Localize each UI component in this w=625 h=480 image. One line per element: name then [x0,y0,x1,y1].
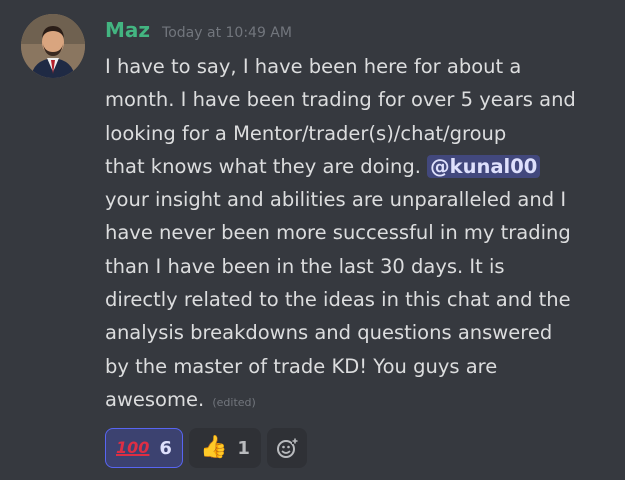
message-line: have never been more successful in my tr… [105,221,571,245]
user-mention[interactable]: @kunal00 [427,154,541,178]
message-content: I have to say, I have been here for abou… [105,50,615,416]
reaction-count: 1 [237,437,250,459]
add-reaction-icon [276,438,298,458]
reaction-thumbs-up[interactable]: 👍 1 [188,428,261,468]
message-line: than I have been in the last 30 days. It… [105,254,505,278]
add-reaction-button[interactable] [266,428,307,468]
message-line: I have to say, I have been here for abou… [105,55,522,78]
message-line: analysis breakdowns and questions answer… [105,321,553,345]
message-line-text: that knows what they are doing. [105,154,428,178]
message-line: by the master of trade KD! You guys are [105,354,498,378]
message-line: your insight and abilities are unparalle… [105,188,567,212]
reaction-hundred-points[interactable]: 100 6 [105,428,183,468]
message-line: that knows what they are doing. @kunal00 [105,150,615,183]
username[interactable]: Maz [105,18,150,42]
avatar-photo [21,14,85,78]
message-line: directly related to the ideas in this ch… [105,288,571,312]
reaction-count: 6 [159,437,172,459]
message-line: awesome. (edited) [105,383,615,416]
user-avatar[interactable] [21,14,85,78]
message-line-text: awesome. [105,387,211,411]
message-header: Maz Today at 10:49 AM [105,18,292,48]
edited-label: (edited) [212,395,256,409]
chat-message: Maz Today at 10:49 AM I have to say, I h… [0,0,625,480]
hundred-points-icon: 100 [116,438,150,457]
thumbs-up-icon: 👍 [199,435,228,460]
message-line: looking for a Mentor/trader(s)/chat/grou… [105,121,507,145]
timestamp: Today at 10:49 AM [162,25,292,41]
reactions-bar: 100 6 👍 1 [105,428,307,468]
message-line: month. I have been trading for over 5 ye… [105,88,576,112]
